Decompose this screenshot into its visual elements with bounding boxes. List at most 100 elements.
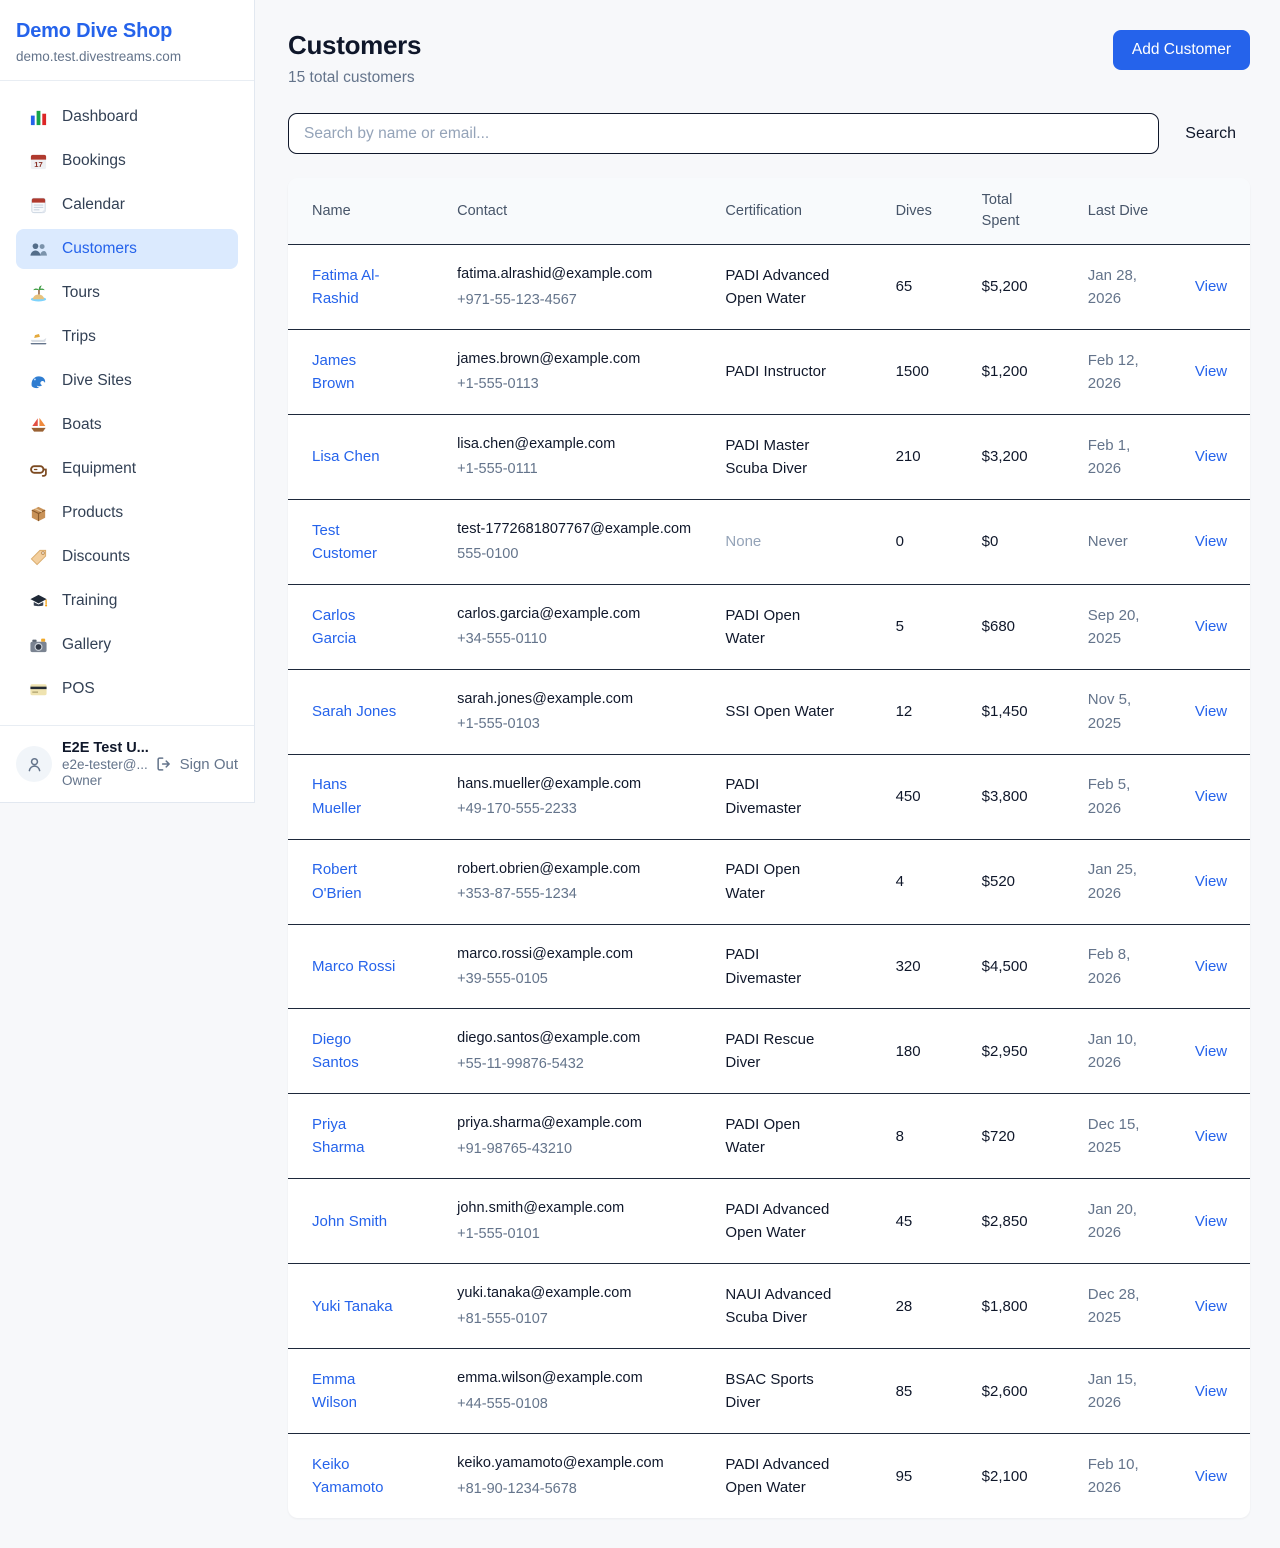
total-spent: $520 [958,839,1064,924]
customer-phone: +55-11-99876-5432 [457,1053,691,1075]
total-spent: $1,200 [958,329,1064,414]
last-dive: Feb 12, 2026 [1064,329,1171,414]
dives-count: 210 [872,414,958,499]
sidebar-item-label: Dashboard [62,108,138,126]
search-button[interactable]: Search [1171,117,1250,151]
view-link[interactable]: View [1195,703,1227,720]
sidebar-item-products[interactable]: Products [16,493,238,533]
page-title: Customers [288,30,421,61]
certification: BSAC Sports Diver [725,1371,813,1411]
column-header-certification: Certification [701,178,871,245]
certification: PADI Advanced Open Water [725,1201,829,1241]
total-spent: $3,200 [958,414,1064,499]
sidebar-item-label: POS [62,680,95,698]
sailboat-icon [28,415,48,435]
view-link[interactable]: View [1195,448,1227,465]
customer-name-link[interactable]: Robert O'Brien [312,861,362,901]
customer-name-link[interactable]: Keiko Yamamoto [312,1456,383,1496]
view-link[interactable]: View [1195,1213,1227,1230]
sidebar-header: Demo Dive Shop demo.test.divestreams.com [0,0,254,81]
sidebar-item-bookings[interactable]: 17 Bookings [16,141,238,181]
table-row: Carlos Garcia carlos.garcia@example.com … [288,584,1250,669]
view-link[interactable]: View [1195,1383,1227,1400]
view-link[interactable]: View [1195,533,1227,550]
user-email: e2e-tester@... [62,757,145,772]
search-bar: Search [288,113,1250,154]
sidebar-item-boats[interactable]: Boats [16,405,238,445]
customer-name-link[interactable]: Yuki Tanaka [312,1298,393,1315]
certification: PADI Advanced Open Water [725,267,829,307]
sidebar-nav: Dashboard 17 Bookings Calendar Customers [0,81,254,725]
column-header-dives: Dives [872,178,958,245]
sidebar-item-label: Customers [62,240,137,258]
customer-email: robert.obrien@example.com [457,858,691,880]
diving-mask-icon [28,459,48,479]
view-link[interactable]: View [1195,1128,1227,1145]
dives-count: 95 [872,1434,958,1518]
add-customer-button[interactable]: Add Customer [1113,30,1250,70]
sidebar-item-calendar[interactable]: Calendar [16,185,238,225]
sidebar-item-dashboard[interactable]: Dashboard [16,97,238,137]
column-header-last-dive: Last Dive [1064,178,1171,245]
sidebar-item-pos[interactable]: POS [16,669,238,709]
view-link[interactable]: View [1195,618,1227,635]
table-row: Marco Rossi marco.rossi@example.com +39-… [288,924,1250,1009]
view-link[interactable]: View [1195,363,1227,380]
customer-email: keiko.yamamoto@example.com [457,1452,691,1474]
sidebar-footer: E2E Test U... e2e-tester@... Owner Sign … [0,725,254,802]
customer-name-link[interactable]: Emma Wilson [312,1371,357,1411]
sidebar-item-discounts[interactable]: Discounts [16,537,238,577]
customer-name-link[interactable]: Diego Santos [312,1031,359,1071]
total-spent: $4,500 [958,924,1064,1009]
view-link[interactable]: View [1195,788,1227,805]
certification: PADI Instructor [725,363,826,380]
customer-name-link[interactable]: Hans Mueller [312,776,361,816]
certification: SSI Open Water [725,703,834,720]
sidebar-item-customers[interactable]: Customers [16,229,238,269]
customer-phone: +971-55-123-4567 [457,289,691,311]
sidebar-item-label: Gallery [62,636,111,654]
sign-out-button[interactable]: Sign Out [155,755,238,773]
dives-count: 12 [872,669,958,754]
sidebar-item-trips[interactable]: Trips [16,317,238,357]
customer-name-link[interactable]: Priya Sharma [312,1116,365,1156]
customer-name-link[interactable]: James Brown [312,352,356,392]
sidebar-item-training[interactable]: Training [16,581,238,621]
sidebar-item-tours[interactable]: Tours [16,273,238,313]
customer-name-link[interactable]: John Smith [312,1213,387,1230]
table-row: Keiko Yamamoto keiko.yamamoto@example.co… [288,1434,1250,1518]
table-row: Diego Santos diego.santos@example.com +5… [288,1009,1250,1094]
search-input[interactable] [288,113,1159,154]
last-dive: Dec 28, 2025 [1064,1264,1171,1349]
column-header [1171,178,1250,245]
total-spent: $0 [958,499,1064,584]
last-dive: Feb 10, 2026 [1064,1434,1171,1518]
total-spent: $2,100 [958,1434,1064,1518]
customer-name-link[interactable]: Fatima Al-Rashid [312,267,380,307]
customer-name-link[interactable]: Carlos Garcia [312,607,356,647]
view-link[interactable]: View [1195,873,1227,890]
sidebar-item-gallery[interactable]: Gallery [16,625,238,665]
view-link[interactable]: View [1195,1043,1227,1060]
view-link[interactable]: View [1195,1468,1227,1485]
sidebar-item-equipment[interactable]: Equipment [16,449,238,489]
view-link[interactable]: View [1195,958,1227,975]
customer-name-link[interactable]: Test Customer [312,522,377,562]
customer-name-link[interactable]: Marco Rossi [312,958,395,975]
certification: PADI Master Scuba Diver [725,437,809,477]
last-dive: Sep 20, 2025 [1064,584,1171,669]
total-spent: $5,200 [958,245,1064,330]
customer-name-link[interactable]: Sarah Jones [312,703,396,720]
view-link[interactable]: View [1195,278,1227,295]
customer-phone: +34-555-0110 [457,628,691,650]
user-role: Owner [62,773,145,788]
sidebar-item-dive-sites[interactable]: Dive Sites [16,361,238,401]
customer-name-link[interactable]: Lisa Chen [312,448,380,465]
certification: PADI Rescue Diver [725,1031,814,1071]
customer-phone: +1-555-0113 [457,373,691,395]
last-dive: Feb 5, 2026 [1064,754,1171,839]
graduation-cap-icon [28,591,48,611]
view-link[interactable]: View [1195,1298,1227,1315]
shop-name: Demo Dive Shop [16,20,238,43]
customer-email: lisa.chen@example.com [457,433,691,455]
